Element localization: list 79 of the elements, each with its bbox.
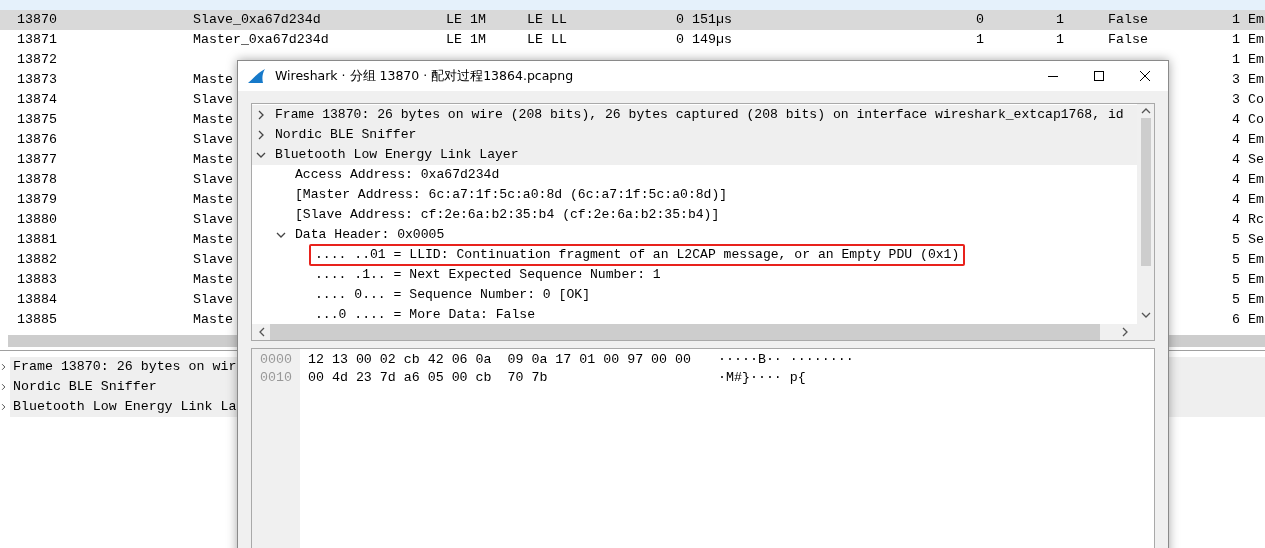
table-cell: 1 [976,32,984,47]
table-cell: Maste [193,312,233,327]
tree-item-text[interactable]: Nordic BLE Sniffer [275,125,417,145]
ascii-bytes: ·M#}···· p{ [718,369,806,387]
table-cell: 5 Em [1232,272,1264,287]
table-cell: Slave [193,252,233,267]
table-cell: 13879 [17,192,57,207]
tree-item-text[interactable]: [Master Address: 6c:a7:1f:5c:a0:8d (6c:a7:1f:5c:a0:8d)] [295,185,728,205]
table-cell: 5 Em [1232,292,1264,307]
table-cell: Maste [193,232,233,247]
tree-item-text[interactable]: Data Header: 0x0005 [295,225,445,245]
table-cell: 3 Co [1232,92,1264,107]
table-cell: 0 [976,12,984,27]
ascii-bytes: ·····B·· ········ [718,351,854,369]
table-cell: 4 Em [1232,132,1264,147]
highlight-box: .... ..01 = LLID: Continuation fragment of an L2CAP message, or an Empty PDU (0x1) [309,244,966,266]
hex-bytes: 00 4d 23 7d a6 05 00 cb 70 7b [308,369,549,387]
window-title: Wireshark · 分组 13870 · 配对过程13864.pcapng [275,66,574,85]
shark-fin-icon [247,68,267,84]
tree-item-text[interactable]: ...0 .... = More Data: False [315,305,535,324]
byte-offset: 0010 [260,369,293,387]
table-cell: 13876 [17,132,57,147]
table-cell: Slave [193,92,233,107]
table-cell: Master_0xa67d234d [193,32,329,47]
table-cell: Maste [193,192,233,207]
table-cell: 13873 [17,72,57,87]
table-cell: 1 Em [1232,12,1264,27]
table-cell: 13877 [17,152,57,167]
table-cell: Maste [193,72,233,87]
table-cell: 4 Co [1232,112,1264,127]
maximize-icon [1093,70,1105,82]
tree-item-text[interactable]: [Slave Address: cf:2e:6a:b2:35:b4 (cf:2e:6a:b2:35:b4)] [295,205,720,225]
table-cell: 0 149µs [676,32,732,47]
table-cell: 0 151µs [676,12,732,27]
table-cell: 13878 [17,172,57,187]
byte-offset: 0000 [260,351,293,369]
table-cell: 1 Em [1232,52,1264,67]
table-cell: Maste [193,272,233,287]
tree-item-text[interactable]: Access Address: 0xa67d234d [295,165,500,185]
table-cell: 5 Se [1232,232,1264,247]
table-cell: 4 Rc [1232,212,1264,227]
table-cell: LE LL [527,12,567,27]
table-cell: 5 Em [1232,252,1264,267]
table-cell: LE LL [527,32,567,47]
table-cell: 4 Em [1232,192,1264,207]
table-cell: 13883 [17,272,57,287]
table-cell: 13870 [17,12,57,27]
table-cell: False [1108,32,1148,47]
table-cell: 13882 [17,252,57,267]
table-cell: 1 [1056,12,1064,27]
table-cell: 13871 [17,32,57,47]
table-cell: 4 Se [1232,152,1264,167]
hex-bytes: 12 13 00 02 cb 42 06 0a 09 0a 17 01 00 97 00 00 [308,351,692,369]
table-cell: 13874 [17,92,57,107]
table-cell: Slave_0xa67d234d [193,12,321,27]
table-cell: 6 Em [1232,312,1264,327]
table-cell: 13875 [17,112,57,127]
table-cell: 3 Em [1232,72,1264,87]
table-cell: 13880 [17,212,57,227]
table-cell: Slave [193,132,233,147]
close-icon [1139,70,1151,82]
table-cell: Slave [193,172,233,187]
packet-row[interactable]: 13870 Slave_0xa67d234d LE 1M LE LL 0 151µs 0 1 False 1 Em [0,10,1265,30]
table-cell: 1 Em [1232,32,1264,47]
table-cell: Maste [193,152,233,167]
table-cell: False [1108,12,1148,27]
table-cell: 1 [1056,32,1064,47]
table-cell: LE 1M [446,32,486,47]
table-cell: Slave [193,212,233,227]
tree-item-text[interactable]: .... 0... = Sequence Number: 0 [OK] [315,285,590,305]
table-cell: 13885 [17,312,57,327]
table-cell: 13884 [17,292,57,307]
tree-item-text[interactable]: .... .1.. = Next Expected Sequence Number: 1 [315,265,661,285]
table-cell: 13881 [17,232,57,247]
table-cell: Maste [193,112,233,127]
table-cell: 13872 [17,52,57,67]
table-cell: LE 1M [446,12,486,27]
table-cell: Slave [193,292,233,307]
table-cell: 4 Em [1232,172,1264,187]
